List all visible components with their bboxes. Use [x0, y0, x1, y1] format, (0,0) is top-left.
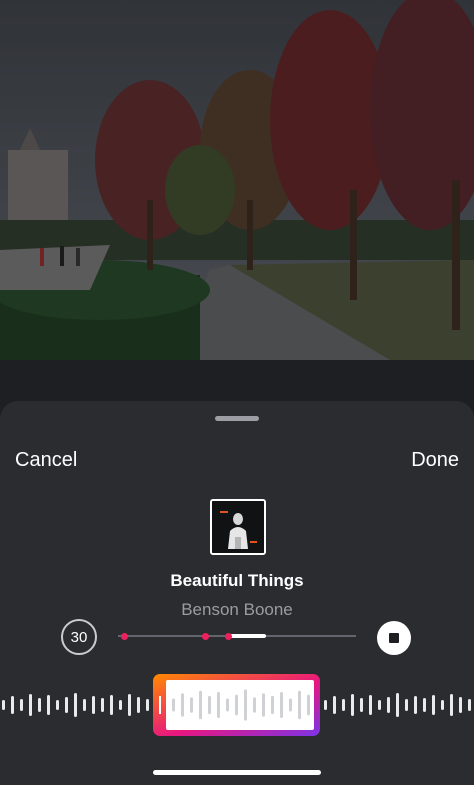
waveform-bar	[128, 694, 131, 716]
waveform-bar	[235, 694, 238, 716]
waveform-bar	[414, 696, 417, 714]
waveform-bar	[226, 698, 229, 712]
song-scrubber-selection	[228, 634, 266, 638]
waveform-bar	[405, 699, 408, 711]
preview-gap	[0, 360, 474, 405]
waveform-bar	[208, 695, 211, 715]
waveform-bar	[190, 697, 193, 713]
waveform-bar	[271, 695, 274, 715]
waveform-bar	[307, 694, 310, 716]
waveform-selector[interactable]	[0, 674, 474, 738]
waveform-bar	[74, 693, 77, 717]
duration-button[interactable]: 30	[61, 619, 97, 655]
music-editor-sheet: Cancel Done Beautiful Things Benson Boon…	[0, 401, 474, 785]
waveform-bar	[289, 698, 292, 712]
waveform-bar	[324, 700, 327, 710]
waveform-bar	[387, 697, 390, 713]
waveform-bar	[360, 698, 363, 712]
waveform-bar	[11, 696, 14, 714]
track-title: Beautiful Things	[170, 571, 304, 590]
waveform-bar	[333, 696, 336, 714]
waveform-bar	[244, 689, 247, 721]
waveform-bar	[342, 699, 345, 711]
waveform-bar	[92, 696, 95, 714]
waveform-bar	[38, 698, 41, 712]
waveform-bar	[468, 699, 471, 711]
marker-dot	[202, 632, 209, 640]
home-indicator	[153, 770, 321, 775]
waveform-bar	[199, 690, 202, 720]
waveform-bar	[369, 695, 372, 715]
waveform-bars-right	[324, 693, 471, 717]
waveform-bar	[20, 699, 23, 711]
waveform-bar	[432, 695, 435, 715]
waveform-bar	[29, 694, 32, 716]
waveform-bars-left	[2, 693, 149, 717]
waveform-bar	[378, 700, 381, 710]
waveform-bar	[351, 694, 354, 716]
sheet-grabber[interactable]	[215, 416, 259, 421]
done-button[interactable]: Done	[411, 449, 459, 472]
waveform-bar	[262, 693, 265, 717]
waveform-bar	[441, 700, 444, 710]
waveform-bar	[217, 692, 220, 718]
waveform-bar	[56, 700, 59, 710]
waveform-bar	[450, 694, 453, 716]
photo-dim-overlay	[0, 0, 474, 360]
waveform-bar	[83, 699, 86, 711]
selection-handle-left[interactable]	[159, 696, 161, 714]
waveform-bar	[172, 698, 175, 712]
waveform-bar	[459, 697, 462, 713]
waveform-bar	[101, 698, 104, 712]
photo-preview	[0, 0, 474, 360]
waveform-bar	[119, 700, 122, 710]
waveform-bar	[65, 697, 68, 713]
waveform-bar	[181, 693, 184, 717]
waveform-bar	[396, 693, 399, 717]
waveform-bar	[423, 698, 426, 712]
stop-button[interactable]	[377, 621, 411, 655]
waveform-bar	[253, 697, 256, 713]
waveform-bar	[280, 692, 283, 718]
waveform-bar	[298, 690, 301, 720]
cancel-button[interactable]: Cancel	[15, 449, 77, 472]
stop-icon	[389, 633, 399, 643]
waveform-bar	[2, 700, 5, 710]
waveform-bar	[137, 697, 140, 713]
album-art-image	[212, 501, 264, 553]
marker-dot	[225, 632, 232, 640]
track-artist: Benson Boone	[181, 600, 293, 619]
marker-dot	[121, 632, 128, 640]
waveform-bar	[110, 695, 113, 715]
waveform-bar	[47, 695, 50, 715]
album-art	[210, 499, 266, 555]
waveform-bar	[146, 699, 149, 711]
